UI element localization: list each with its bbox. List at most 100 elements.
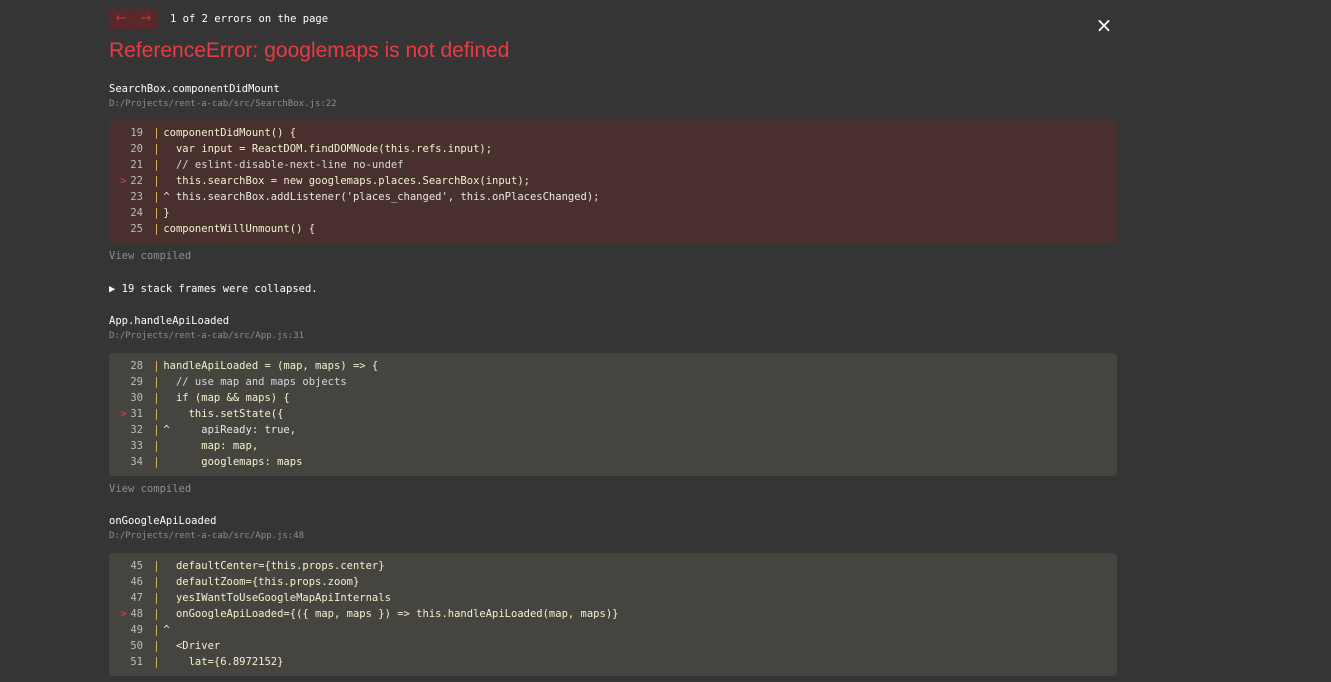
code-text: ^ this.searchBox.addListener('places_cha… (157, 191, 600, 203)
code-line: 32 | ^ apiReady: true, (109, 422, 1117, 438)
code-line: 23 | ^ this.searchBox.addListener('place… (109, 189, 1117, 205)
line-number: 25 (130, 223, 143, 235)
line-number-gutter: 20 (109, 141, 147, 157)
error-line-marker (120, 157, 130, 173)
gutter-separator: | (147, 624, 160, 636)
code-text: onGoogleApiLoaded={({ map, maps }) => th… (157, 608, 619, 620)
error-line-marker (120, 205, 130, 221)
error-line-marker (120, 358, 130, 374)
error-line-marker (120, 558, 130, 574)
line-number: 29 (130, 376, 143, 388)
line-number-gutter: 28 (109, 358, 147, 374)
error-line-marker (120, 422, 130, 438)
gutter-separator: | (147, 360, 160, 372)
line-number-gutter: 33 (109, 438, 147, 454)
view-compiled-link[interactable]: View compiled (109, 483, 191, 495)
line-number: 24 (130, 207, 143, 219)
line-number-gutter: 25 (109, 221, 147, 237)
code-line: 28 | handleApiLoaded = (map, maps) => { (109, 358, 1117, 374)
gutter-separator: | (147, 640, 160, 652)
gutter-separator: | (147, 127, 160, 139)
code-text: componentWillUnmount() { (157, 223, 316, 235)
line-number: 48 (130, 608, 143, 620)
code-line: 46 | defaultZoom={this.props.zoom} (109, 574, 1117, 590)
line-number-gutter: 32 (109, 422, 147, 438)
line-number-gutter: 34 (109, 454, 147, 470)
line-number-gutter: 29 (109, 374, 147, 390)
gutter-separator: | (147, 376, 160, 388)
code-line: 29 | // use map and maps objects (109, 374, 1117, 390)
code-line: 19 | componentDidMount() { (109, 125, 1117, 141)
error-line-marker (120, 654, 130, 670)
stack-frame-path[interactable]: D:/Projects/rent-a-cab/src/App.js:48 (109, 531, 304, 541)
code-text: lat={6.8972152} (157, 656, 284, 668)
code-snippet: 19 | componentDidMount() {20 | var input… (109, 120, 1117, 243)
code-line: >22 | this.searchBox = new googlemaps.pl… (109, 173, 1117, 189)
code-text: // eslint-disable-next-line no-undef (157, 159, 404, 171)
gutter-separator: | (147, 159, 160, 171)
line-number: 47 (130, 592, 143, 604)
gutter-separator: | (147, 440, 160, 452)
error-line-marker (120, 390, 130, 406)
error-title: ReferenceError: googlemaps is not define… (109, 39, 510, 62)
code-line: 50 | <Driver (109, 638, 1117, 654)
gutter-separator: | (147, 576, 160, 588)
code-line: 51 | lat={6.8972152} (109, 654, 1117, 670)
gutter-separator: | (147, 592, 160, 604)
previous-error-button[interactable]: ← (109, 9, 133, 29)
gutter-separator: | (147, 456, 160, 468)
stack-frame-name: SearchBox.componentDidMount (109, 83, 280, 95)
line-number-gutter: 23 (109, 189, 147, 205)
line-number-gutter: 30 (109, 390, 147, 406)
error-navigation: ← → 1 of 2 errors on the page (109, 9, 328, 29)
error-line-marker (120, 590, 130, 606)
code-line: 47 | yesIWantToUseGoogleMapApiInternals (109, 590, 1117, 606)
code-text: defaultCenter={this.props.center} (157, 560, 385, 572)
line-number: 49 (130, 624, 143, 636)
error-line-marker: > (120, 408, 127, 420)
line-number-gutter: 45 (109, 558, 147, 574)
line-number: 34 (130, 456, 143, 468)
line-number-gutter: 49 (109, 622, 147, 638)
next-error-button[interactable]: → (134, 9, 158, 29)
line-number: 20 (130, 143, 143, 155)
code-line: 49 | ^ (109, 622, 1117, 638)
code-snippet: 45 | defaultCenter={this.props.center} 46… (109, 553, 1117, 676)
stack-frame-path[interactable]: D:/Projects/rent-a-cab/src/App.js:31 (109, 331, 304, 341)
view-compiled-link[interactable]: View compiled (109, 250, 191, 262)
code-text: if (map && maps) { (157, 392, 290, 404)
code-line: 20 | var input = ReactDOM.findDOMNode(th… (109, 141, 1117, 157)
line-number-gutter: 51 (109, 654, 147, 670)
code-text: this.searchBox = new googlemaps.places.S… (157, 175, 530, 187)
code-text: ^ (157, 624, 170, 636)
code-snippet: 28 | handleApiLoaded = (map, maps) => {2… (109, 353, 1117, 476)
error-line-marker (120, 438, 130, 454)
line-number: 22 (130, 175, 143, 187)
error-line-marker (120, 141, 130, 157)
line-number: 23 (130, 191, 143, 203)
error-line-marker (120, 189, 130, 205)
line-number: 50 (130, 640, 143, 652)
gutter-separator: | (147, 191, 160, 203)
gutter-separator: | (147, 392, 160, 404)
error-line-marker (120, 125, 130, 141)
code-text: componentDidMount() { (157, 127, 297, 139)
stack-frame-path[interactable]: D:/Projects/rent-a-cab/src/SearchBox.js:… (109, 99, 337, 109)
line-number: 31 (130, 408, 143, 420)
gutter-separator: | (147, 424, 160, 436)
stack-frame-name: App.handleApiLoaded (109, 315, 230, 327)
error-line-marker (120, 574, 130, 590)
gutter-separator: | (147, 560, 160, 572)
code-line: 45 | defaultCenter={this.props.center} (109, 558, 1117, 574)
code-text: } (157, 207, 170, 219)
line-number: 46 (130, 576, 143, 588)
close-icon[interactable]: × (1095, 14, 1113, 36)
collapsed-frames-toggle[interactable]: ▶ 19 stack frames were collapsed. (109, 283, 318, 295)
line-number-gutter: 24 (109, 205, 147, 221)
code-line: 25 | componentWillUnmount() { (109, 221, 1117, 237)
code-text: this.setState({ (157, 408, 284, 420)
code-text: map: map, (157, 440, 259, 452)
code-text: ^ apiReady: true, (157, 424, 297, 436)
line-number: 33 (130, 440, 143, 452)
gutter-separator: | (147, 223, 160, 235)
